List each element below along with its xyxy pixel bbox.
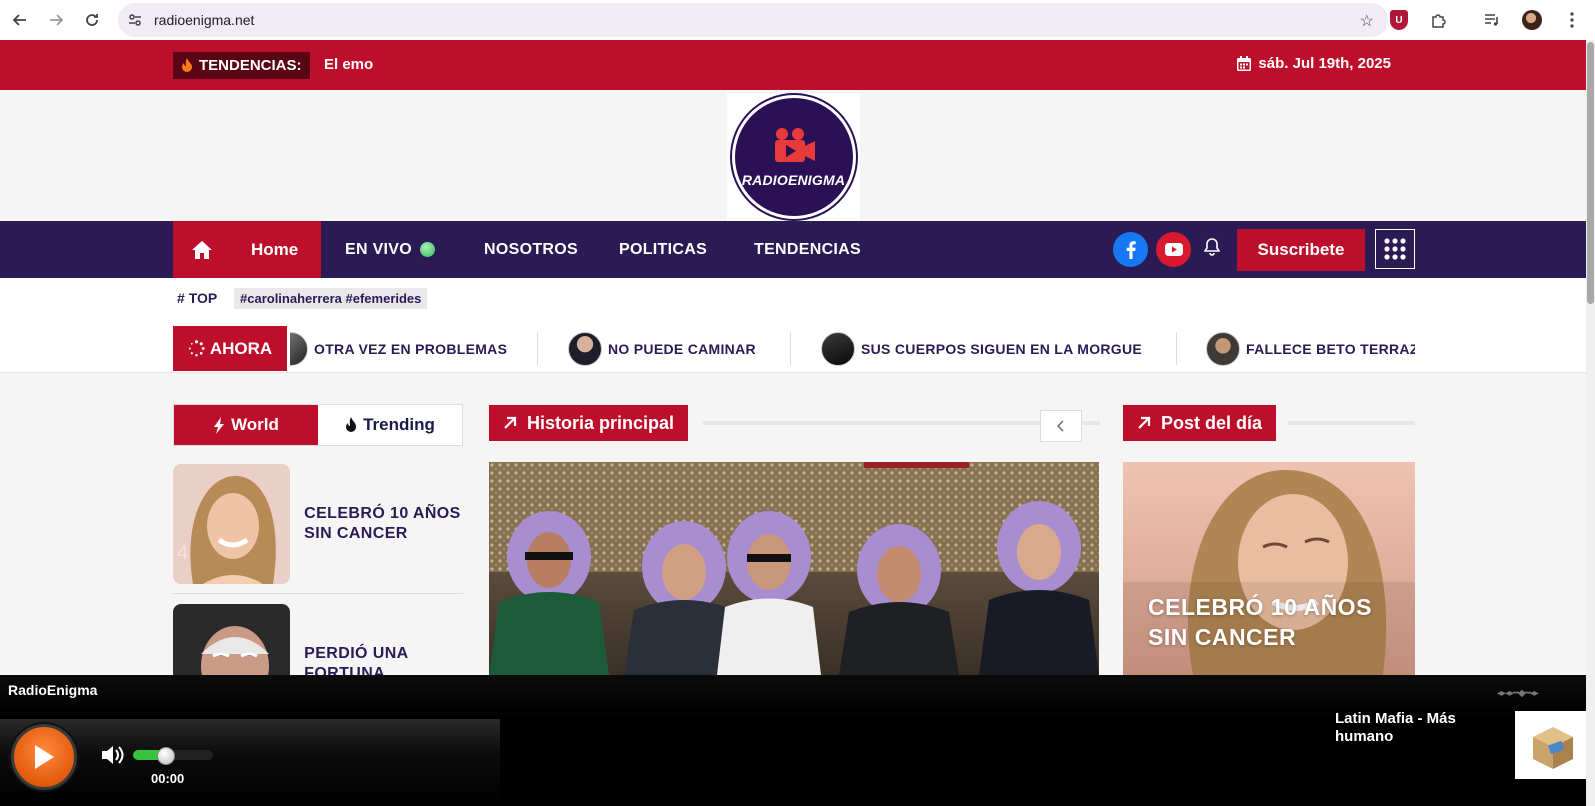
- main-story-image[interactable]: [489, 462, 1099, 675]
- elapsed-time: 00:00: [151, 771, 185, 786]
- site-logo[interactable]: RADIOENIGMA: [727, 93, 860, 221]
- nav-home[interactable]: Home: [173, 221, 321, 278]
- main-navigation: Home EN VIVO NOSOTROS POLITICAS TENDENCI…: [0, 221, 1586, 278]
- reload-icon: [86, 14, 98, 26]
- sidebar-article[interactable]: 4 CELEBRÓ 10 AÑOS SIN CANCER: [173, 464, 463, 584]
- tab-trending[interactable]: Trending: [318, 405, 462, 445]
- youtube-icon: [1164, 243, 1183, 256]
- nav-item-en-vivo[interactable]: EN VIVO: [345, 221, 436, 278]
- heading-rule: [1288, 421, 1415, 425]
- tag-links[interactable]: #carolinaherrera #efemerides: [234, 288, 428, 309]
- ticker-separator: [790, 332, 791, 365]
- notifications-bell-icon[interactable]: [1203, 238, 1221, 261]
- radio-player: RadioEnigma ◂▸◂▸━◆━◂▸ 00:00 Latin Mafia …: [0, 675, 1586, 806]
- play-button[interactable]: [11, 724, 77, 790]
- top-tags-label: # TOP: [177, 290, 218, 306]
- ahora-label: AHORA: [173, 326, 287, 371]
- box-icon: [1532, 727, 1573, 769]
- main-story-heading: Historia principal: [489, 405, 689, 441]
- ticker-item[interactable]: NO PUEDE CAMINAR: [568, 326, 756, 371]
- tab-world[interactable]: World: [174, 405, 318, 445]
- nav-item-tendencias[interactable]: TENDENCIAS: [754, 221, 861, 278]
- browser-toolbar: radioenigma.net ☆ U: [0, 0, 1595, 40]
- ticker-item[interactable]: OTRA VEZ EN PROBLEMAS: [290, 326, 507, 371]
- nav-item-nosotros[interactable]: NOSOTROS: [484, 221, 578, 278]
- ticker-separator: [1176, 332, 1177, 365]
- current-date: sáb. Jul 19th, 2025: [1237, 55, 1391, 72]
- page-scrollbar[interactable]: [1586, 40, 1595, 806]
- article-thumbnail[interactable]: 4: [173, 464, 291, 584]
- breaking-news-ticker: AHORA OTRA VEZ EN PROBLEMAS NO PUEDE CAM…: [0, 318, 1586, 373]
- trending-headline[interactable]: El emo: [324, 56, 373, 73]
- youtube-button[interactable]: [1156, 232, 1191, 267]
- hash-icon: #: [177, 290, 185, 306]
- lightning-icon: [214, 416, 225, 434]
- ticker-thumbnail: [1206, 331, 1240, 366]
- facebook-button[interactable]: [1113, 232, 1148, 267]
- nav-item-politicas[interactable]: POLITICAS: [619, 221, 707, 278]
- forward-button[interactable]: [44, 8, 68, 32]
- ublock-extension-icon[interactable]: U: [1386, 7, 1412, 33]
- back-button[interactable]: [8, 8, 32, 32]
- browser-menu-icon[interactable]: [1559, 7, 1585, 33]
- now-playing-title: Latin Mafia - Más humano: [1335, 710, 1456, 745]
- spinner-icon: [188, 340, 205, 357]
- svg-text:4: 4: [177, 542, 188, 564]
- post-of-day-title[interactable]: CELEBRÓ 10 AÑOS SIN CANCER: [1148, 592, 1408, 652]
- facebook-icon: [1126, 240, 1136, 259]
- reload-button[interactable]: [80, 8, 104, 32]
- address-bar[interactable]: radioenigma.net ☆: [118, 3, 1388, 37]
- ticker-thumbnail: [290, 331, 308, 366]
- waveform-icon: ◂▸◂▸━◆━◂▸: [1497, 688, 1539, 699]
- carousel-prev-button[interactable]: [1040, 410, 1082, 442]
- chevron-left-icon: [1057, 420, 1064, 432]
- profile-avatar[interactable]: [1519, 7, 1545, 33]
- sidebar-article-title[interactable]: CELEBRÓ 10 AÑOS SIN CANCER: [304, 464, 463, 584]
- volume-slider-knob[interactable]: [157, 747, 175, 765]
- url-text[interactable]: radioenigma.net: [154, 12, 254, 28]
- media-controls-icon[interactable]: [1479, 7, 1505, 33]
- site-settings-icon[interactable]: [126, 11, 144, 29]
- grid-dots-icon: [1384, 238, 1406, 260]
- station-name: RadioEnigma: [8, 682, 98, 698]
- album-cover: [1515, 711, 1586, 779]
- apps-grid-button[interactable]: [1375, 229, 1415, 269]
- extensions-puzzle-icon[interactable]: [1426, 7, 1452, 33]
- arrow-right-icon: [50, 14, 64, 26]
- top-tags-row: # TOP #carolinaherrera #efemerides: [0, 278, 1586, 318]
- scrollbar-thumb[interactable]: [1587, 42, 1594, 304]
- calendar-icon: [1237, 56, 1252, 71]
- subscribe-button[interactable]: Suscribete: [1237, 229, 1365, 271]
- nav-home-label[interactable]: Home: [251, 240, 298, 260]
- header-logo-area: RADIOENIGMA: [0, 90, 1586, 221]
- play-icon: [35, 745, 54, 769]
- bookmark-star-icon[interactable]: ☆: [1360, 11, 1374, 31]
- live-indicator-icon: [420, 242, 436, 257]
- ticker-item[interactable]: SUS CUERPOS SIGUEN EN LA MORGUE: [821, 326, 1142, 371]
- volume-icon[interactable]: [100, 744, 124, 771]
- post-of-day-heading: Post del día: [1123, 405, 1277, 441]
- home-icon[interactable]: [173, 240, 231, 260]
- ticker-item[interactable]: FALLECE BETO TERRAZ: [1206, 326, 1415, 371]
- trending-bar: TENDENCIAS: El emo sáb. Jul 19th, 2025: [0, 40, 1586, 90]
- arrow-up-right-icon: [504, 416, 517, 429]
- ticker-thumbnail: [821, 331, 855, 366]
- arrow-left-icon: [12, 14, 26, 26]
- trending-label: TENDENCIAS:: [173, 52, 310, 79]
- video-camera-icon: [774, 128, 815, 162]
- flame-icon: [346, 417, 357, 432]
- sidebar-divider: [173, 593, 463, 594]
- ticker-separator: [537, 332, 538, 365]
- ticker-track: OTRA VEZ EN PROBLEMAS NO PUEDE CAMINAR S…: [290, 326, 1415, 371]
- fire-icon: [182, 58, 192, 72]
- ticker-thumbnail: [568, 331, 602, 366]
- category-tabs: World Trending: [173, 404, 463, 446]
- arrow-up-right-icon: [1138, 416, 1151, 429]
